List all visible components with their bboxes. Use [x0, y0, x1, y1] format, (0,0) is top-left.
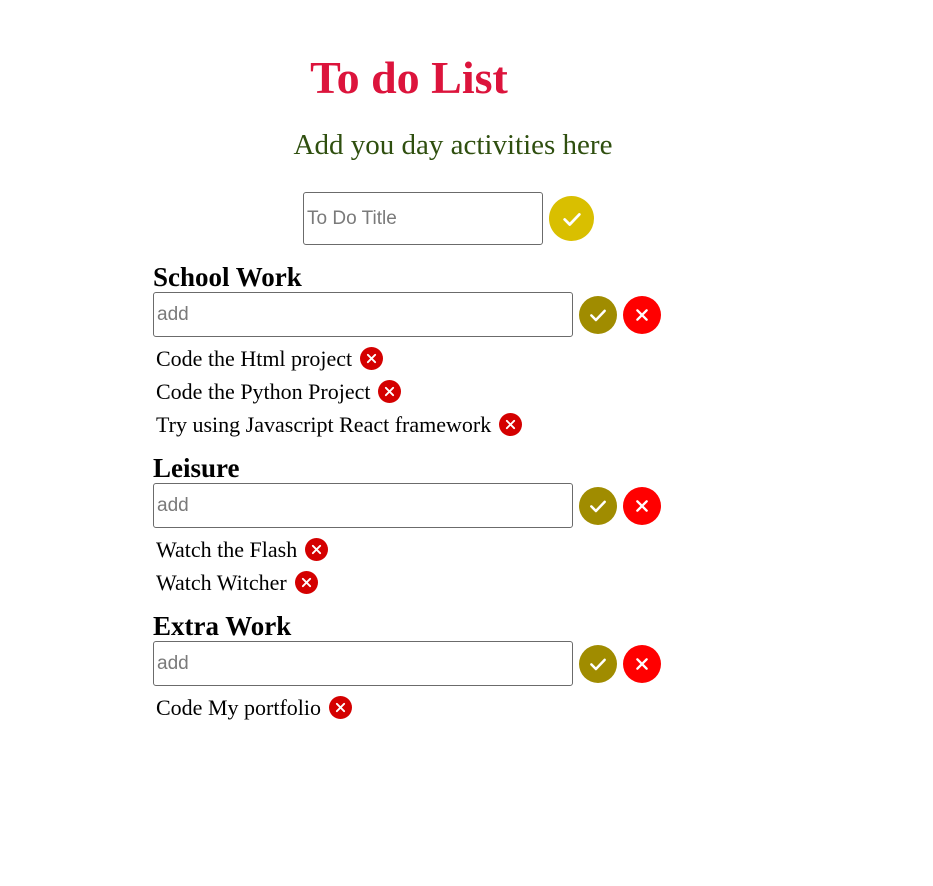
list-item: Try using Javascript React framework — [156, 408, 673, 441]
list-item: Code My portfolio — [156, 691, 673, 724]
close-icon — [636, 500, 648, 512]
category-add-button[interactable] — [579, 487, 617, 525]
category-input-row — [153, 641, 673, 686]
page-title: To do List — [310, 52, 508, 103]
check-icon — [590, 500, 606, 513]
category-leisure: Leisure Watch the Flash Watch Witcher — [153, 453, 673, 599]
category-extra-work: Extra Work Code My portfolio — [153, 611, 673, 724]
todo-title-input[interactable] — [303, 192, 543, 245]
remove-item-icon[interactable] — [378, 380, 402, 403]
todo-list: Code the Html project Code the Python Pr… — [153, 337, 673, 441]
page-subtitle: Add you day activities here — [293, 129, 613, 161]
remove-item-icon[interactable] — [360, 347, 384, 370]
close-icon — [636, 309, 648, 321]
category-title: School Work — [153, 262, 302, 292]
list-item: Watch the Flash — [156, 533, 673, 566]
category-title: Extra Work — [153, 611, 292, 641]
list-item: Code the Python Project — [156, 375, 673, 408]
category-delete-button[interactable] — [623, 487, 661, 525]
todo-item-text: Watch the Flash — [156, 536, 298, 562]
remove-item-icon[interactable] — [294, 571, 318, 594]
add-todo-button[interactable] — [549, 196, 594, 241]
check-icon — [562, 212, 581, 226]
todo-item-text: Try using Javascript React framework — [156, 411, 492, 437]
close-icon — [636, 658, 648, 670]
category-add-input[interactable] — [153, 292, 573, 337]
category-add-button[interactable] — [579, 296, 617, 334]
todo-item-text: Watch Witcher — [156, 569, 287, 595]
todo-list: Code My portfolio — [153, 686, 673, 724]
category-add-button[interactable] — [579, 645, 617, 683]
category-input-row — [153, 292, 673, 337]
check-icon — [590, 658, 606, 671]
todo-item-text: Code the Html project — [156, 345, 353, 371]
list-item: Code the Html project — [156, 342, 673, 375]
remove-item-icon[interactable] — [305, 538, 329, 561]
check-icon — [590, 309, 606, 322]
category-title: Leisure — [153, 453, 240, 483]
category-delete-button[interactable] — [623, 645, 661, 683]
category-add-input[interactable] — [153, 641, 573, 686]
category-delete-button[interactable] — [623, 296, 661, 334]
remove-item-icon[interactable] — [329, 696, 352, 719]
todo-list: Watch the Flash Watch Witcher — [153, 528, 673, 599]
category-school-work: School Work Code the Html project Code t… — [153, 262, 673, 441]
todo-item-text: Code the Python Project — [156, 378, 371, 404]
remove-item-icon[interactable] — [499, 413, 523, 436]
todo-item-text: Code My portfolio — [156, 694, 321, 720]
category-add-input[interactable] — [153, 483, 573, 528]
list-item: Watch Witcher — [156, 566, 673, 599]
category-input-row — [153, 483, 673, 528]
